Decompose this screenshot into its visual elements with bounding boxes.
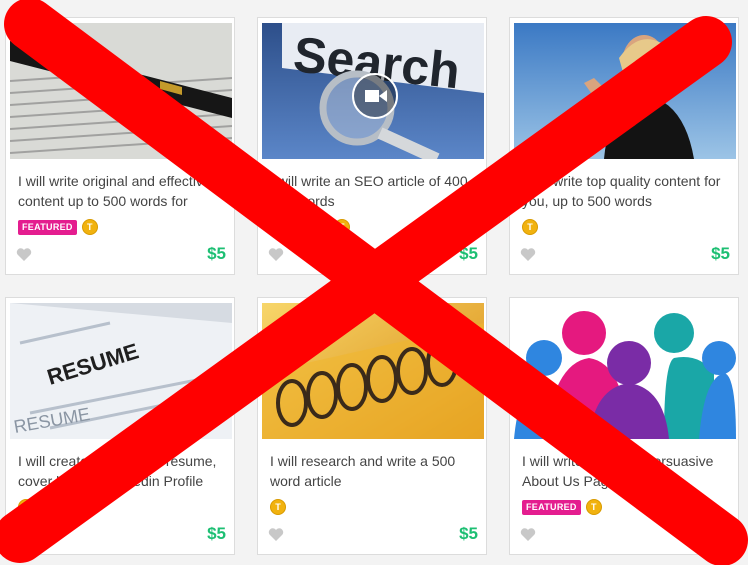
gig-card[interactable]: I will write original and effective cont…	[5, 17, 235, 275]
gig-title[interactable]: I will research and write a 500 word art…	[270, 451, 478, 491]
gig-price: $5	[459, 244, 478, 263]
gig-thumbnail-pen-document[interactable]	[10, 23, 232, 159]
gig-thumbnail-resume-paper[interactable]: RESUME RESUME	[10, 303, 232, 439]
people-silhouettes-image	[514, 303, 736, 439]
gig-thumbnail-woman-sky[interactable]	[514, 23, 736, 159]
top-rated-badge: T	[81, 219, 98, 235]
gig-price: $5	[459, 524, 478, 543]
gig-title[interactable]: I will create or edit your resume, cover…	[18, 451, 226, 491]
top-rated-badge: T	[522, 219, 538, 235]
gig-thumbnail-spiral-notebook[interactable]	[262, 303, 484, 439]
top-rated-badge: T	[333, 219, 350, 235]
heart-icon[interactable]	[520, 247, 536, 262]
gig-thumbnail-search-magnifier[interactable]: Search	[262, 23, 484, 159]
search-magnifier-image: Search	[262, 23, 484, 159]
gig-price: $5	[207, 244, 226, 263]
heart-icon[interactable]	[16, 527, 32, 542]
gig-card[interactable]: I will write top quality content for you…	[509, 17, 739, 275]
gig-title[interactable]: I will write top quality content for you…	[522, 171, 730, 211]
featured-badge: FEATURED	[270, 219, 329, 235]
gig-thumbnail-people-silhouettes[interactable]	[514, 303, 736, 439]
heart-icon[interactable]	[268, 527, 284, 542]
top-rated-badge: T	[18, 499, 34, 515]
heart-icon[interactable]	[268, 247, 284, 262]
top-rated-badge: T	[270, 499, 286, 515]
gig-title[interactable]: I will write the Most Persuasive About U…	[522, 451, 730, 491]
featured-badge: FEATURED	[522, 499, 581, 515]
top-rated-badge: T	[585, 499, 602, 515]
gig-price: $5	[207, 524, 226, 543]
pen-document-image	[10, 23, 232, 159]
gig-price: $5	[711, 244, 730, 263]
gig-title[interactable]: I will write an SEO article of 400 - 500…	[270, 171, 478, 211]
woman-sky-image	[514, 23, 736, 159]
featured-badge: FEATURED	[18, 219, 77, 235]
gig-price: $5	[711, 524, 730, 543]
heart-icon[interactable]	[16, 247, 32, 262]
gig-card[interactable]: RESUME RESUME I will create or edit your…	[5, 297, 235, 555]
gig-card[interactable]: Search I will write an SEO article of 40…	[257, 17, 487, 275]
resume-paper-image: RESUME RESUME	[10, 303, 232, 439]
gig-title[interactable]: I will write original and effective cont…	[18, 171, 226, 211]
gig-card[interactable]: I will write the Most Persuasive About U…	[509, 297, 739, 555]
heart-icon[interactable]	[520, 527, 536, 542]
spiral-notebook-image	[262, 303, 484, 439]
gig-card[interactable]: I will research and write a 500 word art…	[257, 297, 487, 555]
